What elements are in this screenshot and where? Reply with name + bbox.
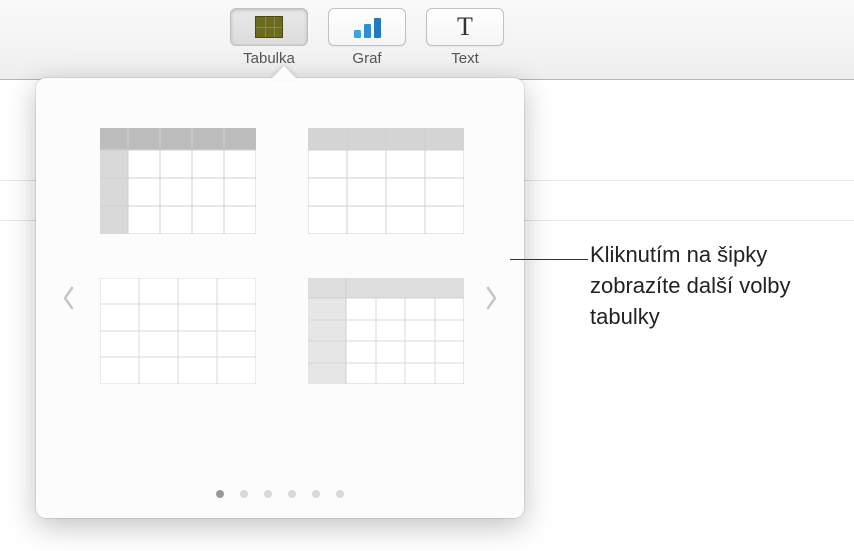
chart-button[interactable] — [328, 8, 406, 46]
text-icon: T — [457, 12, 473, 42]
table-style-2[interactable] — [308, 128, 464, 234]
page-dots — [216, 490, 344, 498]
text-label: Text — [451, 50, 479, 67]
previous-page-button[interactable] — [54, 278, 82, 318]
annotation-text: Kliknutím na šipky zobrazíte další volby… — [590, 240, 854, 332]
page-dot-3[interactable] — [264, 490, 272, 498]
chart-label: Graf — [352, 50, 381, 67]
page-dot-1[interactable] — [216, 490, 224, 498]
toolbar-item-table: Tabulka — [230, 8, 308, 67]
annotation-line — [510, 259, 588, 260]
table-button[interactable] — [230, 8, 308, 46]
chart-icon — [354, 16, 381, 38]
page-dot-6[interactable] — [336, 490, 344, 498]
table-style-4[interactable] — [308, 278, 464, 384]
toolbar-item-text: T Text — [426, 8, 504, 67]
table-label: Tabulka — [243, 50, 295, 67]
table-style-3[interactable] — [100, 278, 256, 384]
table-style-1[interactable] — [100, 128, 256, 234]
table-style-grid — [96, 128, 464, 384]
chevron-right-icon — [485, 284, 499, 312]
chevron-left-icon — [61, 284, 75, 312]
table-icon — [255, 16, 283, 38]
toolbar: Tabulka Graf T Text — [0, 0, 854, 80]
table-style-popover — [36, 78, 524, 518]
page-dot-4[interactable] — [288, 490, 296, 498]
text-button[interactable]: T — [426, 8, 504, 46]
page-dot-5[interactable] — [312, 490, 320, 498]
next-page-button[interactable] — [478, 278, 506, 318]
toolbar-item-chart: Graf — [328, 8, 406, 67]
page-dot-2[interactable] — [240, 490, 248, 498]
